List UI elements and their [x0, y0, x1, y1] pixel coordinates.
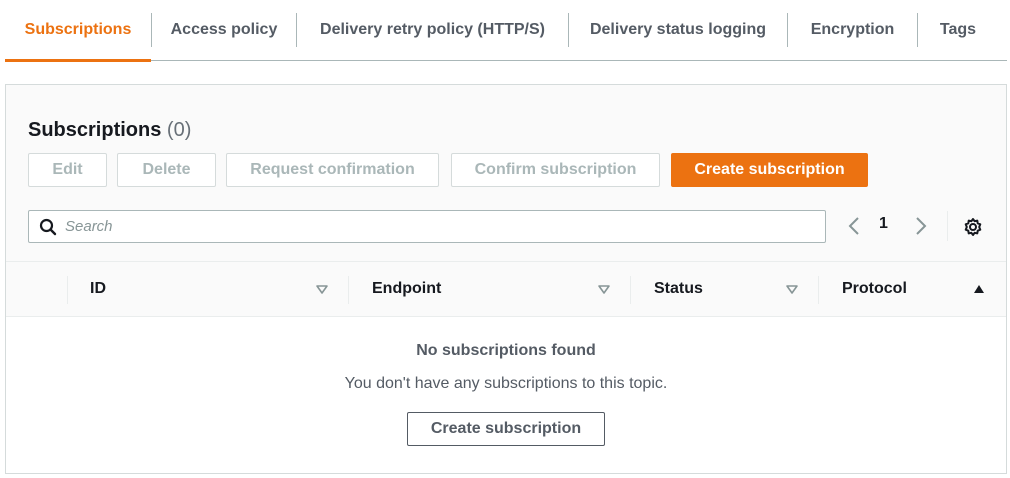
panel-title-text: Subscriptions: [28, 119, 162, 141]
request-confirmation-button[interactable]: Request confirmation: [226, 153, 439, 187]
search-input[interactable]: [65, 211, 805, 242]
confirm-subscription-button[interactable]: Confirm subscription: [451, 153, 660, 187]
column-divider: [67, 276, 68, 304]
edit-button[interactable]: Edit: [28, 153, 107, 187]
create-subscription-empty-button[interactable]: Create subscription: [407, 412, 605, 446]
subscription-count: (0): [166, 119, 192, 141]
tab-delivery-retry-policy[interactable]: Delivery retry policy (HTTP/S): [297, 0, 568, 61]
empty-state-description: You don't have any subscriptions to this…: [344, 375, 668, 392]
tab-bar: Subscriptions Access policy Delivery ret…: [5, 0, 1007, 62]
subscriptions-panel: Subscriptions (0) Edit Delete Request co…: [5, 84, 1007, 474]
empty-state-title: No subscriptions found: [416, 342, 596, 359]
panel-title: Subscriptions (0): [28, 119, 191, 142]
caret-down-icon[interactable]: [597, 282, 611, 296]
caret-down-icon[interactable]: [785, 282, 799, 296]
column-header-id[interactable]: ID: [90, 262, 106, 316]
search-box: [28, 210, 826, 243]
caret-down-icon[interactable]: [315, 282, 329, 296]
chevron-right-icon[interactable]: [914, 216, 928, 236]
gear-icon[interactable]: [963, 217, 983, 237]
chevron-left-icon[interactable]: [847, 216, 861, 236]
delete-button[interactable]: Delete: [117, 153, 216, 187]
tab-access-policy[interactable]: Access policy: [152, 0, 296, 61]
tab-tags[interactable]: Tags: [918, 0, 998, 61]
column-header-endpoint[interactable]: Endpoint: [372, 262, 441, 316]
panel-header: Subscriptions (0) Edit Delete Request co…: [6, 85, 1006, 317]
tab-delivery-status-logging[interactable]: Delivery status logging: [569, 0, 787, 61]
tab-encryption[interactable]: Encryption: [788, 0, 917, 61]
pager-divider: [947, 211, 948, 241]
caret-up-icon[interactable]: [972, 282, 986, 296]
column-divider: [818, 276, 819, 304]
column-divider: [348, 276, 349, 304]
search-icon: [39, 218, 57, 236]
tab-subscriptions[interactable]: Subscriptions: [5, 0, 151, 62]
table-header: ID Endpoint Status Protocol: [6, 261, 1006, 317]
column-header-status[interactable]: Status: [654, 262, 703, 316]
create-subscription-button[interactable]: Create subscription: [671, 153, 868, 187]
empty-state: No subscriptions found You don't have an…: [6, 317, 1006, 473]
column-header-protocol[interactable]: Protocol: [842, 262, 907, 316]
column-divider: [630, 276, 631, 304]
current-page-number[interactable]: 1: [879, 215, 888, 233]
